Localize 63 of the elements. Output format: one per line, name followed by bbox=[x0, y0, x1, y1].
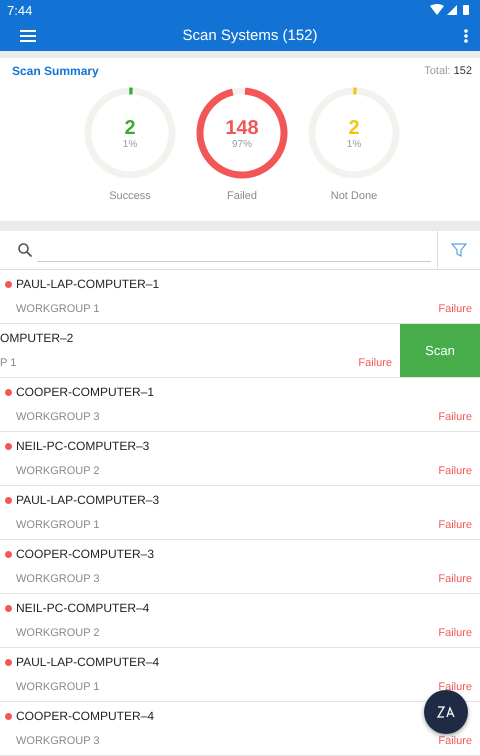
system-name: COOPER-COMPUTER–3 bbox=[16, 547, 154, 562]
status-dot bbox=[5, 496, 12, 504]
gauge-label: Not Done bbox=[330, 190, 378, 202]
filter-icon bbox=[451, 242, 467, 258]
system-row[interactable]: OMPUTER–2 P 1 Failure Scan bbox=[0, 324, 480, 378]
system-name: NEIL-PC-COMPUTER–4 bbox=[16, 601, 150, 616]
gauge-label: Failed bbox=[227, 190, 257, 202]
system-row[interactable]: COOPER-COMPUTER–3 WORKGROUP 3 Failure bbox=[0, 540, 480, 594]
status-dot bbox=[5, 604, 12, 612]
system-row[interactable]: NEIL-PC-COMPUTER–4 WORKGROUP 2 Failure bbox=[0, 594, 480, 648]
workgroup-name: WORKGROUP 2 bbox=[15, 627, 100, 640]
status-time: 7:44 bbox=[7, 2, 32, 18]
workgroup-name: WORKGROUP 3 bbox=[15, 411, 100, 424]
status-dot bbox=[5, 280, 12, 288]
more-options-icon[interactable] bbox=[464, 28, 468, 43]
search-icon bbox=[17, 242, 33, 258]
status-dot bbox=[5, 550, 12, 558]
workgroup-name: WORKGROUP 1 bbox=[15, 681, 100, 694]
system-name: COOPER-COMPUTER–4 bbox=[16, 709, 154, 724]
system-row[interactable]: COOPER-COMPUTER–1 WORKGROUP 3 Failure bbox=[0, 378, 480, 432]
gauge-label: Success bbox=[109, 190, 151, 202]
menu-icon[interactable] bbox=[20, 30, 36, 42]
system-name: PAUL-LAP-COMPUTER–4 bbox=[16, 655, 160, 670]
status-dot bbox=[5, 388, 12, 396]
total-count: Total: 152 bbox=[424, 65, 472, 78]
sort-icon bbox=[437, 705, 455, 719]
scan-status: Failure bbox=[358, 357, 392, 370]
gauge-count: 148 bbox=[225, 116, 259, 139]
app-title: Scan Systems (152) bbox=[182, 27, 318, 44]
system-name: OMPUTER–2 bbox=[0, 331, 74, 346]
scan-status: Failure bbox=[438, 465, 472, 478]
status-dot bbox=[5, 442, 12, 450]
status-dot bbox=[5, 658, 12, 666]
status-dot bbox=[5, 712, 12, 720]
gauge-count: 2 bbox=[124, 116, 136, 139]
workgroup-name: P 1 bbox=[0, 357, 16, 370]
system-row[interactable]: NEIL-PC-COMPUTER–3 WORKGROUP 2 Failure bbox=[0, 432, 480, 486]
scan-status: Failure bbox=[438, 411, 472, 424]
scan-status: Failure bbox=[438, 681, 472, 694]
gauge-percent: 97% bbox=[232, 138, 252, 150]
workgroup-name: WORKGROUP 1 bbox=[15, 303, 100, 316]
system-row[interactable]: COOPER-COMPUTER–4 WORKGROUP 3 Failure bbox=[0, 702, 480, 756]
scan-status: Failure bbox=[438, 573, 472, 586]
gauge-percent: 1% bbox=[122, 138, 138, 150]
system-name: PAUL-LAP-COMPUTER–1 bbox=[16, 277, 160, 292]
scan-status: Failure bbox=[438, 735, 472, 748]
status-icons bbox=[430, 4, 472, 16]
gauge-percent: 1% bbox=[346, 138, 362, 150]
system-name: COOPER-COMPUTER–1 bbox=[16, 385, 154, 400]
system-name: NEIL-PC-COMPUTER–3 bbox=[16, 439, 150, 454]
scan-status: Failure bbox=[438, 303, 472, 316]
workgroup-name: WORKGROUP 3 bbox=[15, 573, 100, 586]
system-row[interactable]: PAUL-LAP-COMPUTER–1 WORKGROUP 1 Failure bbox=[0, 270, 480, 324]
workgroup-name: WORKGROUP 1 bbox=[15, 519, 100, 532]
summary-title: Scan Summary bbox=[12, 64, 99, 78]
gauge-count: 2 bbox=[348, 116, 360, 139]
workgroup-name: WORKGROUP 2 bbox=[15, 465, 100, 478]
system-row[interactable]: PAUL-LAP-COMPUTER–4 WORKGROUP 1 Failure bbox=[0, 648, 480, 702]
system-row[interactable]: PAUL-LAP-COMPUTER–3 WORKGROUP 1 Failure bbox=[0, 486, 480, 540]
workgroup-name: WORKGROUP 3 bbox=[15, 735, 100, 748]
scan-status: Failure bbox=[438, 627, 472, 640]
system-name: PAUL-LAP-COMPUTER–3 bbox=[16, 493, 160, 508]
scan-status: Failure bbox=[438, 519, 472, 532]
